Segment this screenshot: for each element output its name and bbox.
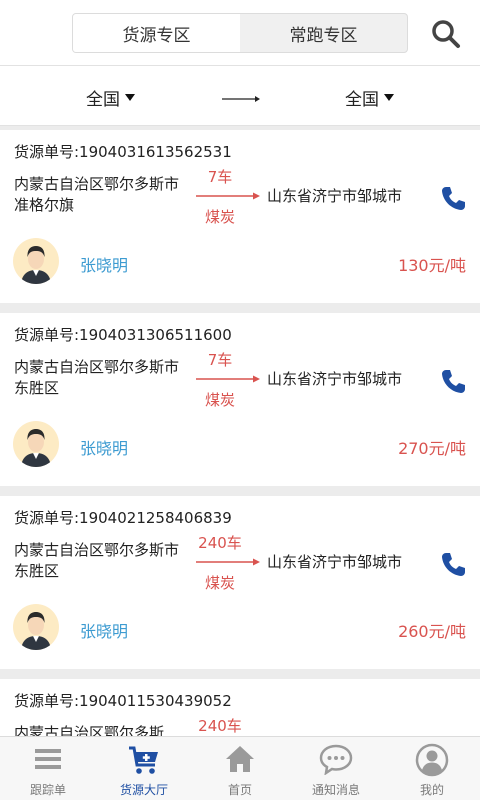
chat-icon <box>319 744 353 775</box>
cargo-card[interactable]: 货源单号:1904011530439052 内蒙古自治区鄂尔多斯 240车 <box>0 679 480 736</box>
destination-label: 全国 <box>345 90 379 110</box>
cart-plus-icon <box>129 746 158 774</box>
tab-cargo-hall[interactable]: 货源大厅 <box>96 737 192 800</box>
destination-address: 山东省济宁市邹城市 <box>267 370 403 388</box>
tab-label: 通知消息 <box>311 783 360 797</box>
tab-label: 跟踪单 <box>29 783 66 797</box>
price: 260元/吨 <box>398 622 466 641</box>
contact-name: 张晓明 <box>80 256 129 275</box>
cargo-number: 货源单号:1904021258406839 <box>14 509 232 527</box>
truck-count: 240车 <box>198 534 242 552</box>
tab-label: 首页 <box>227 783 252 797</box>
price: 130元/吨 <box>398 256 466 275</box>
home-icon <box>226 746 254 772</box>
origin-address: 内蒙古自治区鄂尔多斯市东胜区 <box>14 358 180 397</box>
tab-profile[interactable]: 我的 <box>384 737 480 800</box>
phone-icon[interactable] <box>438 367 468 397</box>
destination-address: 山东省济宁市邹城市 <box>267 187 403 205</box>
segment-control: 货源专区 常跑专区 <box>72 13 408 53</box>
origin-address: 内蒙古自治区鄂尔多斯 <box>14 724 165 736</box>
bottom-tab-bar: 跟踪单 货源大厅 首页 通知消息 我的 <box>0 736 480 800</box>
tab-home[interactable]: 首页 <box>192 737 288 800</box>
avatar <box>13 421 59 467</box>
avatar <box>13 604 59 650</box>
tab-label: 我的 <box>419 783 444 797</box>
cargo-type: 煤炭 <box>204 574 235 592</box>
list-icon <box>35 749 61 769</box>
user-icon <box>415 743 449 777</box>
dropdown-caret-icon <box>384 94 394 101</box>
truck-count: 7车 <box>207 168 233 186</box>
truck-count: 7车 <box>207 351 233 369</box>
avatar <box>13 238 59 284</box>
destination-dropdown[interactable]: 全国 <box>345 85 394 110</box>
dropdown-caret-icon <box>125 94 135 101</box>
price: 270元/吨 <box>398 439 466 458</box>
cargo-card[interactable]: 货源单号:1904031613562531 内蒙古自治区鄂尔多斯市准格尔旗 7车… <box>0 130 480 303</box>
tab-tracking[interactable]: 跟踪单 <box>0 737 96 800</box>
tab-cargo-zone[interactable]: 货源专区 <box>73 14 240 52</box>
route-arrow-icon <box>196 192 260 200</box>
tab-notifications[interactable]: 通知消息 <box>288 737 384 800</box>
origin-dropdown[interactable]: 全国 <box>86 85 135 110</box>
cargo-type: 煤炭 <box>204 391 235 409</box>
cargo-number: 货源单号:1904031613562531 <box>14 143 232 161</box>
origin-address: 内蒙古自治区鄂尔多斯市东胜区 <box>14 541 180 580</box>
contact-name: 张晓明 <box>80 622 129 641</box>
truck-count: 240车 <box>198 717 242 735</box>
destination-address: 山东省济宁市邹城市 <box>267 553 403 571</box>
top-header: 货源专区 常跑专区 <box>0 0 480 66</box>
cargo-number: 货源单号:1904031306511600 <box>14 326 232 344</box>
cargo-number: 货源单号:1904011530439052 <box>14 692 232 710</box>
phone-icon[interactable] <box>438 550 468 580</box>
tab-label: 货源大厅 <box>119 783 168 797</box>
route-arrow-icon <box>196 558 260 566</box>
region-filter-bar: 全国 全国 <box>0 66 480 126</box>
phone-icon[interactable] <box>438 184 468 214</box>
search-icon[interactable] <box>430 18 462 50</box>
route-arrow-icon <box>222 96 260 102</box>
contact-name: 张晓明 <box>80 439 129 458</box>
route-arrow-icon <box>196 375 260 383</box>
cargo-type: 煤炭 <box>204 208 235 226</box>
cargo-card[interactable]: 货源单号:1904021258406839 内蒙古自治区鄂尔多斯市东胜区 240… <box>0 496 480 669</box>
origin-label: 全国 <box>86 90 120 110</box>
origin-address: 内蒙古自治区鄂尔多斯市准格尔旗 <box>14 175 180 214</box>
cargo-card[interactable]: 货源单号:1904031306511600 内蒙古自治区鄂尔多斯市东胜区 7车 … <box>0 313 480 486</box>
tab-regular-route-zone[interactable]: 常跑专区 <box>240 14 407 52</box>
